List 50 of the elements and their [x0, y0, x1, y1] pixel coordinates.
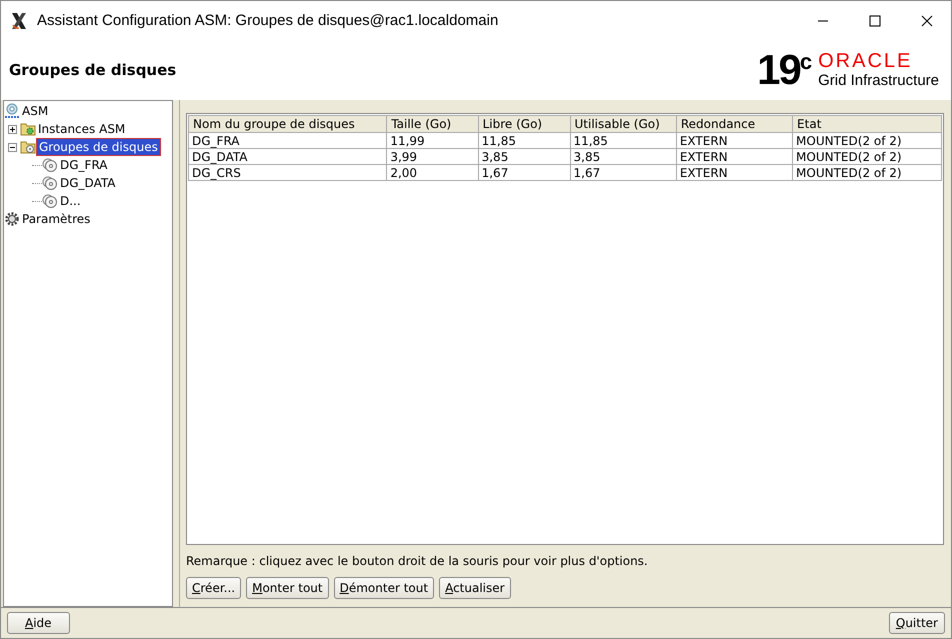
window-title: Assistant Configuration ASM: Groupes de disques@rac1.localdomain — [37, 12, 498, 29]
tree-item[interactable]: ASM — [20, 103, 50, 119]
column-header[interactable]: Utilisable (Go) — [570, 116, 676, 132]
table-cell: MOUNTED(2 of 2) — [792, 132, 942, 148]
table-cell: DG_FRA — [188, 132, 387, 148]
table-cell: MOUNTED(2 of 2) — [792, 164, 942, 180]
brand-logo: ORACLE — [818, 51, 914, 72]
help-button[interactable]: Aide — [7, 612, 70, 634]
table-cell: DG_CRS — [188, 164, 387, 180]
table-cell: 2,00 — [386, 164, 478, 180]
close-icon[interactable] — [921, 14, 933, 26]
action-button[interactable]: Monter tout — [246, 577, 329, 599]
action-button[interactable]: Démonter tout — [334, 577, 434, 599]
app-icon — [9, 10, 29, 30]
table-cell: 11,85 — [570, 132, 676, 148]
table-cell: 3,85 — [570, 148, 676, 164]
tree-item[interactable]: Instances ASM — [36, 121, 128, 137]
table-cell: EXTERN — [676, 148, 793, 164]
action-button[interactable]: Actualiser — [439, 577, 511, 599]
column-header[interactable]: Nom du groupe de disques — [188, 116, 387, 132]
table-cell: 11,99 — [386, 132, 478, 148]
table-cell: 3,85 — [478, 148, 570, 164]
tree-item[interactable]: DG_FRA — [58, 157, 110, 173]
tree-item[interactable]: DG_DATA — [58, 175, 118, 191]
table-cell: 1,67 — [570, 164, 676, 180]
note-text: Remarque : cliquez avec le bouton droit de la souris pour voir plus d'options. — [186, 554, 649, 568]
quit-button[interactable]: Quitter — [888, 612, 945, 634]
table-cell: MOUNTED(2 of 2) — [792, 148, 942, 164]
table-cell: 1,67 — [478, 164, 570, 180]
expander-icon[interactable] — [8, 124, 17, 134]
product-name: Grid Infrastructure — [818, 72, 939, 89]
tree-item[interactable]: D... — [58, 193, 83, 209]
folder-gear-icon — [20, 121, 36, 137]
expander-icon[interactable] — [8, 142, 17, 152]
maximize-icon[interactable] — [869, 14, 881, 26]
action-button[interactable]: Créer... — [186, 577, 242, 599]
tree-item[interactable]: Groupes de disques — [36, 138, 161, 156]
column-header[interactable]: Etat — [792, 116, 942, 132]
page-title: Groupes de disques — [9, 61, 176, 79]
version-logo: 19$^{c}$ — [757, 49, 810, 91]
table-cell: EXTERN — [676, 132, 793, 148]
table-cell: 11,85 — [478, 132, 570, 148]
column-header[interactable]: Redondance — [676, 116, 793, 132]
table-cell: 3,99 — [386, 148, 478, 164]
column-header[interactable]: Taille (Go) — [386, 116, 478, 132]
column-header[interactable]: Libre (Go) — [478, 116, 570, 132]
table-cell: DG_DATA — [188, 148, 387, 164]
tree-item[interactable]: Paramètres — [20, 211, 92, 227]
table-cell: EXTERN — [676, 164, 793, 180]
gear-icon — [4, 211, 20, 227]
